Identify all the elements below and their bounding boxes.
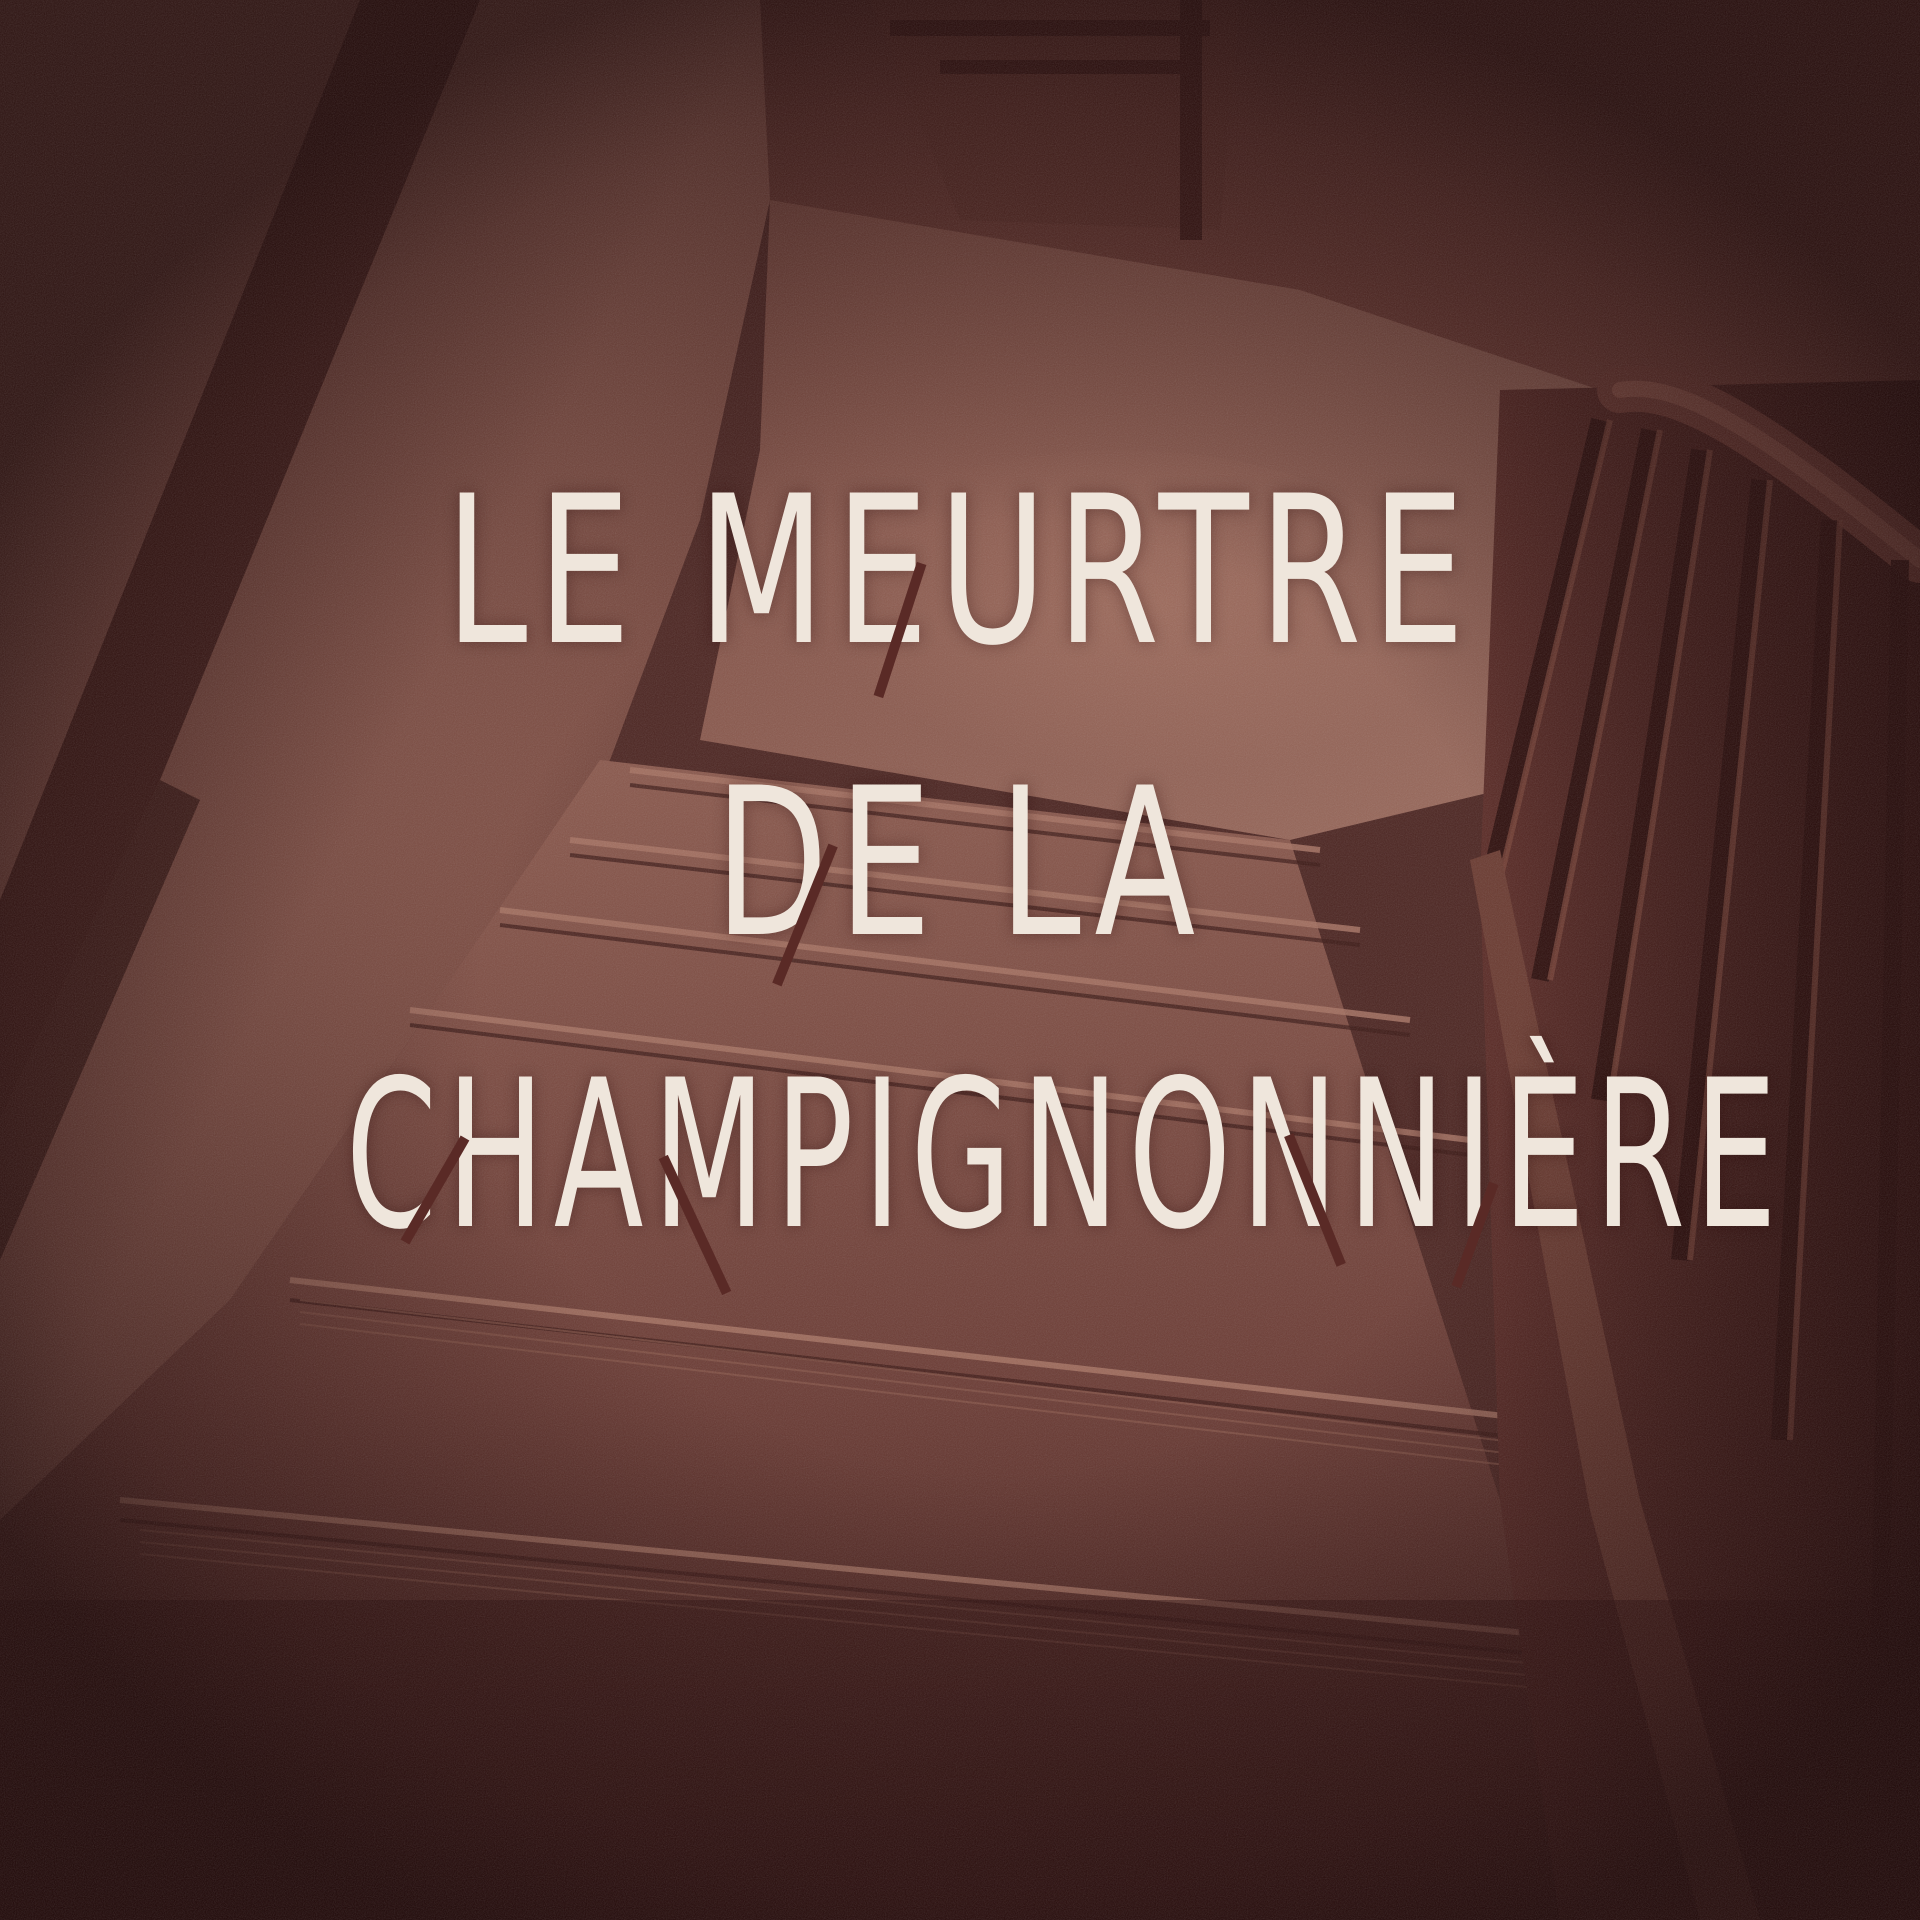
title-line-1: LE MEURTRE <box>445 453 1475 691</box>
poster-title: LE MEURTRE DE LA CHAMPIGNONNIÈRE <box>0 470 1920 1259</box>
title-line-3: CHAMPIGNONNIÈRE <box>345 1037 1787 1275</box>
title-line-2: DE LA <box>714 745 1206 983</box>
poster: LE MEURTRE DE LA CHAMPIGNONNIÈRE <box>0 0 1920 1920</box>
